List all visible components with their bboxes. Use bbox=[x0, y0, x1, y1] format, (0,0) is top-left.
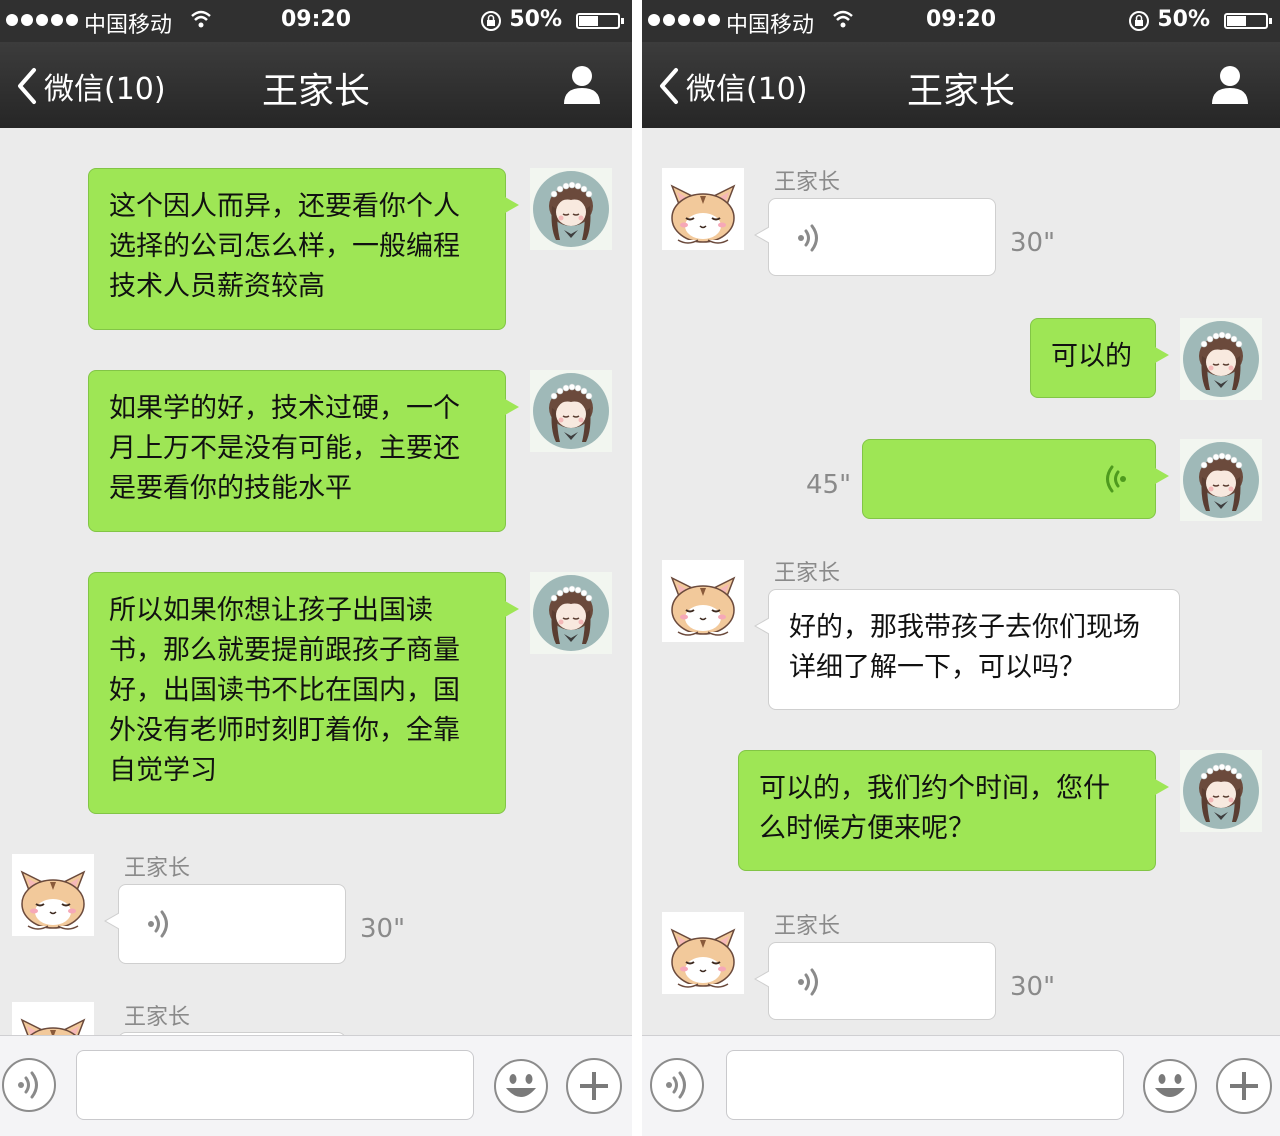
voice-message-bubble[interactable] bbox=[754, 942, 996, 1020]
my-avatar[interactable] bbox=[1180, 318, 1262, 400]
voice-wave-icon bbox=[795, 221, 825, 255]
nav-bar: 微信(10) 王家长 bbox=[0, 42, 632, 128]
voice-duration: 30" bbox=[1010, 228, 1056, 258]
sender-name: 王家长 bbox=[774, 914, 841, 939]
my-avatar[interactable] bbox=[1180, 750, 1262, 832]
message-bubble[interactable]: 这个因人而异，还要看你个人选择的公司怎么样，一般编程技术人员薪资较高 bbox=[88, 168, 519, 330]
left-screenshot: 中国移动 09:20 50% 微信(10) 王家长 这个因人而异，还要看你个人选… bbox=[0, 0, 632, 1136]
sender-name: 王家长 bbox=[124, 1005, 191, 1030]
input-bar bbox=[0, 1035, 632, 1136]
chat-area[interactable]: 这个因人而异，还要看你个人选择的公司怎么样，一般编程技术人员薪资较高 如果学的好… bbox=[0, 128, 632, 1036]
message-text: 这个因人而异，还要看你个人选择的公司怎么样，一般编程技术人员薪资较高 bbox=[109, 191, 460, 302]
voice-message-bubble[interactable] bbox=[104, 884, 346, 964]
message-bubble[interactable]: 可以的 bbox=[1030, 318, 1169, 398]
message-bubble[interactable]: 所以如果你想让孩子出国读书，那么就要提前跟孩子商量好，出国读书不比在国内，国外没… bbox=[88, 572, 519, 814]
voice-wave-icon bbox=[663, 1068, 693, 1102]
voice-wave-icon bbox=[15, 1068, 45, 1102]
message-bubble[interactable]: 如果学的好，技术过硬，一个月上万不是没有可能，主要还是要看你的技能水平 bbox=[88, 370, 519, 532]
status-bar: 中国移动 09:20 50% bbox=[0, 0, 632, 42]
voice-wave-icon bbox=[145, 907, 175, 941]
voice-toggle-button[interactable] bbox=[2, 1058, 56, 1112]
my-avatar[interactable] bbox=[530, 168, 612, 250]
message-bubble[interactable]: 好的，那我带孩子去你们现场详细了解一下，可以吗？ bbox=[754, 589, 1180, 710]
contact-avatar[interactable] bbox=[662, 560, 744, 642]
input-bar bbox=[642, 1035, 1280, 1136]
contact-avatar[interactable] bbox=[12, 1002, 94, 1036]
my-avatar[interactable] bbox=[1180, 439, 1262, 521]
contact-avatar[interactable] bbox=[12, 854, 94, 936]
voice-message-bubble[interactable] bbox=[862, 439, 1169, 519]
lock-rotation-icon bbox=[1129, 11, 1149, 31]
lock-rotation-icon bbox=[481, 11, 501, 31]
voice-message-bubble[interactable] bbox=[754, 198, 996, 276]
chat-title: 王家长 bbox=[261, 71, 370, 112]
sender-name: 王家长 bbox=[774, 561, 841, 586]
message-bubble[interactable]: 可以的，我们约个时间，您什么时候方便来呢？ bbox=[738, 750, 1169, 871]
voice-duration: 30" bbox=[360, 914, 406, 944]
voice-toggle-button[interactable] bbox=[650, 1058, 704, 1112]
my-avatar[interactable] bbox=[530, 572, 612, 654]
voice-wave-icon bbox=[795, 965, 825, 999]
sender-name: 王家长 bbox=[124, 856, 191, 881]
battery-percent: 50% bbox=[509, 7, 562, 32]
contact-avatar[interactable] bbox=[662, 168, 744, 250]
my-avatar[interactable] bbox=[530, 370, 612, 452]
sender-name: 王家长 bbox=[774, 170, 841, 195]
message-text: 所以如果你想让孩子出国读书，那么就要提前跟孩子商量好，出国读书不比在国内，国外没… bbox=[109, 595, 460, 786]
smiley-icon[interactable] bbox=[1142, 1058, 1198, 1114]
smiley-icon[interactable] bbox=[493, 1058, 549, 1114]
battery-percent: 50% bbox=[1157, 7, 1210, 32]
nav-bar: 微信(10) 王家长 bbox=[642, 42, 1280, 128]
chat-area[interactable]: 王家长 30" 可以的 45" 王家长 好的，那我带孩子去你们现场详细了解一下，… bbox=[642, 128, 1280, 1036]
message-text: 可以的，我们约个时间，您什么时候方便来呢？ bbox=[759, 773, 1110, 844]
contact-avatar[interactable] bbox=[662, 912, 744, 994]
message-input[interactable] bbox=[76, 1050, 474, 1120]
status-bar: 中国移动 09:20 50% bbox=[642, 0, 1280, 42]
chat-title: 王家长 bbox=[906, 71, 1015, 112]
right-screenshot: 中国移动 09:20 50% 微信(10) 王家长 王家长 30" 可以的 45… bbox=[642, 0, 1280, 1136]
message-text: 好的，那我带孩子去你们现场详细了解一下，可以吗？ bbox=[789, 612, 1140, 683]
plus-icon[interactable] bbox=[566, 1058, 622, 1114]
message-input[interactable] bbox=[726, 1050, 1124, 1120]
message-text: 如果学的好，技术过硬，一个月上万不是没有可能，主要还是要看你的技能水平 bbox=[109, 393, 460, 504]
person-icon[interactable] bbox=[562, 64, 602, 104]
voice-duration: 30" bbox=[1010, 972, 1056, 1002]
voice-wave-icon bbox=[1099, 462, 1129, 496]
person-icon[interactable] bbox=[1210, 64, 1250, 104]
plus-icon[interactable] bbox=[1216, 1058, 1272, 1114]
message-text: 可以的 bbox=[1051, 341, 1132, 372]
voice-duration: 45" bbox=[806, 470, 852, 500]
battery-icon bbox=[576, 13, 624, 29]
battery-icon bbox=[1224, 13, 1272, 29]
